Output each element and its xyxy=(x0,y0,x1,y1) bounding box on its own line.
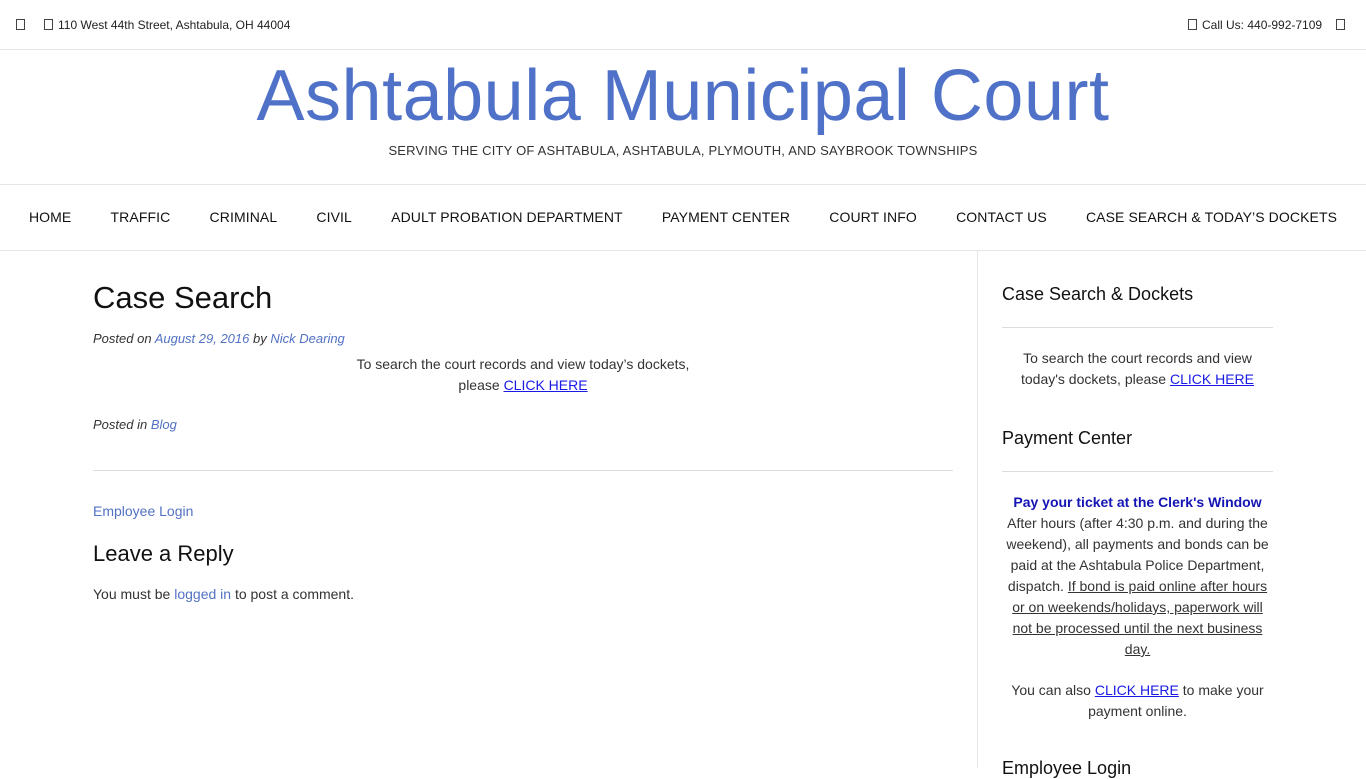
site-title[interactable]: Ashtabula Municipal Court xyxy=(0,56,1366,136)
sidebar-click-here-link[interactable]: CLICK HERE xyxy=(1170,371,1254,387)
pay-online-link[interactable]: CLICK HERE xyxy=(1095,682,1179,698)
please-text: please xyxy=(458,377,500,393)
site-tagline: SERVING THE CITY OF ASHTABULA, ASHTABULA… xyxy=(388,143,978,158)
content-divider xyxy=(93,470,953,471)
widget-title-case-search: Case Search & Dockets xyxy=(1002,284,1194,304)
reply-text: You must be logged in to post a comment. xyxy=(93,586,354,602)
widget-case-search-text: To search the court records and view tod… xyxy=(1002,348,1273,390)
widget-title-employee-login: Employee Login xyxy=(1002,758,1132,778)
logged-in-link[interactable]: logged in xyxy=(174,586,231,602)
payment-info: After hours (after 4:30 p.m. and during … xyxy=(1002,513,1273,660)
nav-item-court-info[interactable]: COURT INFO xyxy=(829,185,917,250)
post-body: To search the court records and view tod… xyxy=(93,354,953,396)
post-category: Posted in Blog xyxy=(93,417,177,432)
post-body-line1: To search the court records and view tod… xyxy=(356,356,690,372)
nav-item-home[interactable]: HOME xyxy=(29,185,71,250)
posted-in-label: Posted in xyxy=(93,417,148,432)
pay-ticket-heading[interactable]: Pay your ticket at the Clerk's Window xyxy=(1002,492,1273,513)
post-meta: Posted on August 29, 2016 by Nick Dearin… xyxy=(93,331,345,346)
phone-text: Call Us: 440-992-7109 xyxy=(1202,18,1323,32)
pay-online-line: You can also CLICK HERE to make your pay… xyxy=(1002,680,1273,722)
social-icon-left[interactable] xyxy=(16,17,30,33)
nav-item-traffic[interactable]: TRAFFIC xyxy=(111,185,171,250)
nav-item-civil[interactable]: CIVIL xyxy=(316,185,352,250)
phone-icon xyxy=(1188,19,1197,30)
reply-title: Leave a Reply xyxy=(93,541,234,566)
nav-item-payment-center[interactable]: PAYMENT CENTER xyxy=(662,185,790,250)
reply-text-after: to post a comment. xyxy=(234,586,354,602)
category-link[interactable]: Blog xyxy=(151,417,177,432)
nav-item-contact-us[interactable]: CONTACT US xyxy=(956,185,1047,250)
widget-divider xyxy=(1002,471,1273,472)
nav-item-adult-probation[interactable]: ADULT PROBATION DEPARTMENT xyxy=(391,185,623,250)
widget-payment-text: Pay your ticket at the Clerk's Window Af… xyxy=(1002,492,1273,722)
pay-online-before: You can also xyxy=(1011,682,1091,698)
nav-item-criminal[interactable]: CRIMINAL xyxy=(210,185,278,250)
posted-on-label: Posted on xyxy=(93,331,152,346)
top-bar: 110 West 44th Street, Ashtabula, OH 4400… xyxy=(0,0,1366,50)
author-link[interactable]: Nick Dearing xyxy=(270,331,344,346)
widget-title-payment: Payment Center xyxy=(1002,428,1133,448)
main-nav: HOME TRAFFIC CRIMINAL CIVIL ADULT PROBAT… xyxy=(0,184,1366,251)
top-phone: Call Us: 440-992-7109 xyxy=(1188,17,1322,33)
widget-divider xyxy=(1002,327,1273,328)
by-label: by xyxy=(253,331,267,346)
nav-item-case-search[interactable]: CASE SEARCH & TODAY’S DOCKETS xyxy=(1086,185,1337,250)
click-here-link[interactable]: CLICK HERE xyxy=(504,377,588,393)
map-marker-icon xyxy=(44,19,53,30)
employee-login-link[interactable]: Employee Login xyxy=(93,503,193,519)
social-icon-right[interactable] xyxy=(1336,17,1350,33)
sidebar-divider xyxy=(977,251,978,768)
top-address: 110 West 44th Street, Ashtabula, OH 4400… xyxy=(44,17,290,33)
reply-text-before: You must be xyxy=(93,586,171,602)
post-body-line2: please CLICK HERE xyxy=(93,375,953,396)
post-date-link[interactable]: August 29, 2016 xyxy=(155,331,250,346)
post-title: Case Search xyxy=(93,280,273,315)
address-text: 110 West 44th Street, Ashtabula, OH 4400… xyxy=(58,18,291,32)
